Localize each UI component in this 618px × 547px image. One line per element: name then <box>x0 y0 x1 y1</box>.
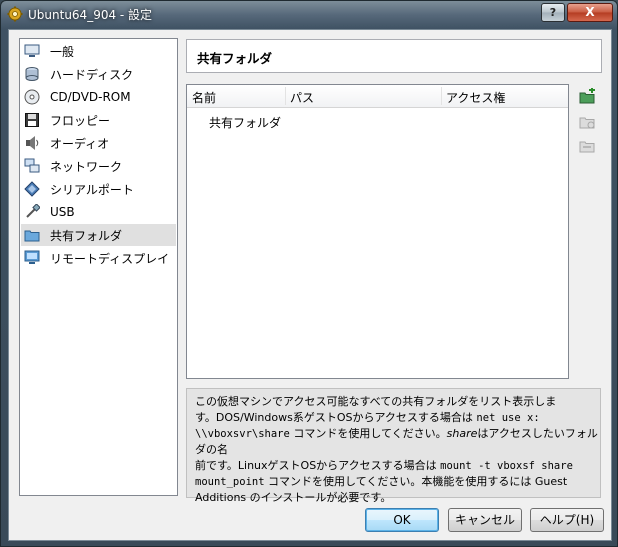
description-text: この仮想マシンでアクセス可能なすべての共有フォルダをリスト表示しま <box>195 395 557 408</box>
description-line: 前です。LinuxゲストOSからアクセスする場合は mount -t vboxs… <box>195 458 600 474</box>
dialog-client-area: 一般 ハードディスク CD/DVD-ROM フロッピー オーディオ ネットワーク <box>8 29 612 541</box>
command-text: mount -t vboxsf share <box>440 460 573 472</box>
description-text: す。DOS/Windows系ゲストOSからアクセスする場合は <box>195 411 473 424</box>
command-text: net use x: <box>476 412 540 424</box>
floppy-icon <box>25 113 39 127</box>
description-text: Additions のインストールが必要です。 <box>195 491 392 504</box>
remove-folder-icon[interactable] <box>578 137 596 155</box>
nav-item-serial-port[interactable]: シリアルポート <box>21 178 176 200</box>
harddisk-icon <box>25 67 39 81</box>
description-line: Additions のインストールが必要です。 <box>195 490 600 506</box>
description-panel: この仮想マシンでアクセス可能なすべての共有フォルダをリスト表示しま す。DOS/… <box>186 388 601 504</box>
nav-item-harddisk[interactable]: ハードディスク <box>21 63 176 85</box>
description-line: この仮想マシンでアクセス可能なすべての共有フォルダをリスト表示しま <box>195 394 600 410</box>
serial-port-icon <box>24 181 40 197</box>
nav-item-label: USB <box>50 205 75 219</box>
column-header-name[interactable]: 名前 <box>192 89 216 106</box>
audio-icon <box>26 136 39 150</box>
table-group-row[interactable]: 共有フォルダ <box>209 114 281 131</box>
description-line: す。DOS/Windows系ゲストOSからアクセスする場合は net use x… <box>195 410 600 426</box>
page-title: 共有フォルダ <box>197 51 273 66</box>
help-button[interactable]: ヘルプ(H) <box>530 508 604 532</box>
nav-item-audio[interactable]: オーディオ <box>21 132 176 154</box>
nav-item-shared-folders[interactable]: 共有フォルダ <box>21 224 176 246</box>
nav-item-label: リモートディスプレイ <box>50 251 170 266</box>
nav-item-floppy[interactable]: フロッピー <box>21 109 176 131</box>
gear-icon <box>7 6 23 22</box>
nav-item-label: フロッピー <box>50 113 111 128</box>
title-close-button[interactable]: X <box>567 3 613 22</box>
cancel-button[interactable]: キャンセル <box>448 508 522 532</box>
nav-item-label: ハードディスク <box>50 67 134 82</box>
table-header-row: 名前 パス アクセス権 <box>187 85 568 108</box>
command-text: \\vboxsvr\share <box>195 428 290 440</box>
nav-item-label: シリアルポート <box>50 182 134 197</box>
column-header-path[interactable]: パス <box>290 89 314 106</box>
nav-item-network[interactable]: ネットワーク <box>21 155 176 177</box>
nav-item-remote-display[interactable]: リモートディスプレイ <box>21 247 176 269</box>
page-header: 共有フォルダ <box>186 39 602 73</box>
monitor-icon <box>24 44 40 57</box>
description-line: mount_point コマンドを使用してください。本機能を使用するには Gue… <box>195 474 600 490</box>
description-line: \\vboxsvr\share コマンドを使用してください。shareはアクセス… <box>195 426 600 458</box>
folder-icon <box>24 230 40 242</box>
column-divider <box>441 87 442 105</box>
nav-item-label: 共有フォルダ <box>50 228 123 243</box>
nav-item-label: ネットワーク <box>50 159 123 174</box>
usb-icon <box>26 204 40 218</box>
shared-folders-table[interactable]: 名前 パス アクセス権 共有フォルダ <box>186 84 569 379</box>
column-header-access[interactable]: アクセス権 <box>446 89 505 106</box>
nav-item-label: オーディオ <box>50 136 110 151</box>
remote-display-icon <box>24 250 40 264</box>
description-text: 前です。LinuxゲストOSからアクセスする場合は <box>195 459 437 472</box>
command-text: mount_point <box>195 476 265 488</box>
column-divider <box>285 87 286 105</box>
nav-item-label: CD/DVD-ROM <box>50 90 131 104</box>
edit-folder-icon[interactable] <box>578 113 596 131</box>
nav-item-label: 一般 <box>50 44 75 59</box>
cd-icon <box>24 89 40 105</box>
add-folder-icon[interactable] <box>578 88 596 106</box>
description-text: コマンドを使用してください。 <box>293 427 447 440</box>
description-text: コマンドを使用してください。本機能を使用するには Guest <box>268 475 568 488</box>
title-help-button[interactable]: ? <box>541 3 565 22</box>
nav-item-general[interactable]: 一般 <box>21 40 176 62</box>
ok-button[interactable]: OK <box>365 508 439 532</box>
italic-term: share <box>446 427 478 440</box>
window-title: Ubuntu64_904 - 設定 <box>28 8 153 22</box>
network-icon <box>24 158 40 173</box>
settings-nav-list[interactable]: 一般 ハードディスク CD/DVD-ROM フロッピー オーディオ ネットワーク <box>19 38 178 496</box>
settings-dialog: Ubuntu64_904 - 設定 ? X 一般 ハードディスク CD/DVD-… <box>0 0 618 547</box>
title-bar[interactable]: Ubuntu64_904 - 設定 ? X <box>1 1 617 27</box>
nav-item-cd-dvd[interactable]: CD/DVD-ROM <box>21 86 176 108</box>
nav-item-usb[interactable]: USB <box>21 201 176 223</box>
